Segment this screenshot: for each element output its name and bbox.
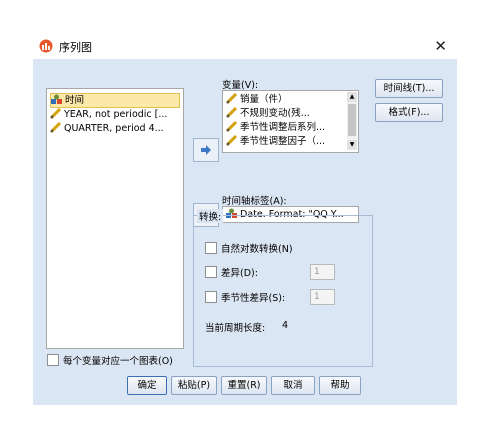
title-bar[interactable]: 序列图 ✕ [33,33,457,59]
difference-label: 差异(D): [221,268,258,279]
natural-log-label: 自然对数转换(N) [221,244,293,255]
current-period-value: 4 [282,320,289,331]
arrow-right-icon [201,145,211,155]
list-item[interactable]: 季节性调整后系列... [226,121,344,134]
dialog-title: 序列图 [59,41,92,54]
list-item[interactable]: 时间 [50,93,180,108]
scale-variable-icon [226,121,238,133]
scale-variable-icon [226,107,238,119]
list-item-label: 销量（件） [240,94,288,105]
list-item-label: QUARTER, period 4... [64,123,164,134]
one-chart-per-variable-checkbox[interactable] [47,354,59,366]
scale-variable-icon [50,122,62,134]
list-item-label: 时间 [65,95,85,106]
cancel-button[interactable]: 取消 [271,376,315,395]
list-item[interactable]: YEAR, not periodic [... [50,108,180,121]
list-item-label: YEAR, not periodic [... [64,109,168,120]
move-to-variables-button[interactable] [193,138,219,162]
list-item-label: 不规则变动(残... [240,108,310,119]
seasonal-difference-checkbox[interactable] [205,291,217,303]
time-lines-button[interactable]: 时间线(T)... [375,79,443,98]
list-item[interactable]: 不规则变动(残... [226,107,344,120]
source-variable-list[interactable]: 时间 YEAR, not periodic [... QUARTER, peri… [46,88,184,349]
seasonal-difference-input[interactable]: 1 [310,289,335,305]
list-item-label: 季节性调整因子（... [240,136,326,147]
time-axis-label: 时间轴标签(A): [222,196,287,207]
scale-variable-icon [226,93,238,105]
scale-variable-icon [50,108,62,120]
list-item[interactable]: 季节性调整因子（... [226,135,344,148]
sequence-chart-icon [39,39,53,53]
list-item-label: 季节性调整后系列... [240,122,326,133]
help-button[interactable]: 帮助 [319,376,361,395]
date-variable-icon [51,94,62,104]
variables-scrollbar[interactable]: ▲ ▼ [347,92,357,150]
transform-legend: 转换: [197,209,224,223]
one-chart-per-variable-label: 每个变量对应一个图表(O) [63,356,173,367]
list-item[interactable]: 销量（件） [226,93,344,106]
dialog-body: 时间 YEAR, not periodic [... QUARTER, peri… [33,59,457,405]
seasonal-difference-label: 季节性差异(S): [221,293,286,304]
close-button[interactable]: ✕ [434,37,447,55]
difference-input[interactable]: 1 [310,264,335,280]
format-button[interactable]: 格式(F)... [375,103,443,122]
time-series-plot-dialog: 序列图 ✕ 时间 YEAR, not periodic [... QUARTER… [33,33,457,405]
variables-list[interactable]: 销量（件） 不规则变动(残... 季节性调整后系列... 季节性调整因子（...… [222,90,359,153]
scale-variable-icon [226,135,238,147]
scroll-thumb[interactable] [348,104,356,136]
difference-checkbox[interactable] [205,266,217,278]
natural-log-checkbox[interactable] [205,242,217,254]
reset-button[interactable]: 重置(R) [221,376,267,395]
scroll-down-icon[interactable]: ▼ [347,140,357,150]
variables-label: 变量(V): [222,80,259,91]
current-period-label: 当前周期长度: [205,323,266,334]
scroll-up-icon[interactable]: ▲ [347,92,357,102]
list-item[interactable]: QUARTER, period 4... [50,122,180,135]
transform-group: 转换: 自然对数转换(N) 差异(D): 1 季节性差异(S): 1 当前周期长… [193,209,373,367]
paste-button[interactable]: 粘贴(P) [171,376,217,395]
ok-button[interactable]: 确定 [127,376,167,395]
